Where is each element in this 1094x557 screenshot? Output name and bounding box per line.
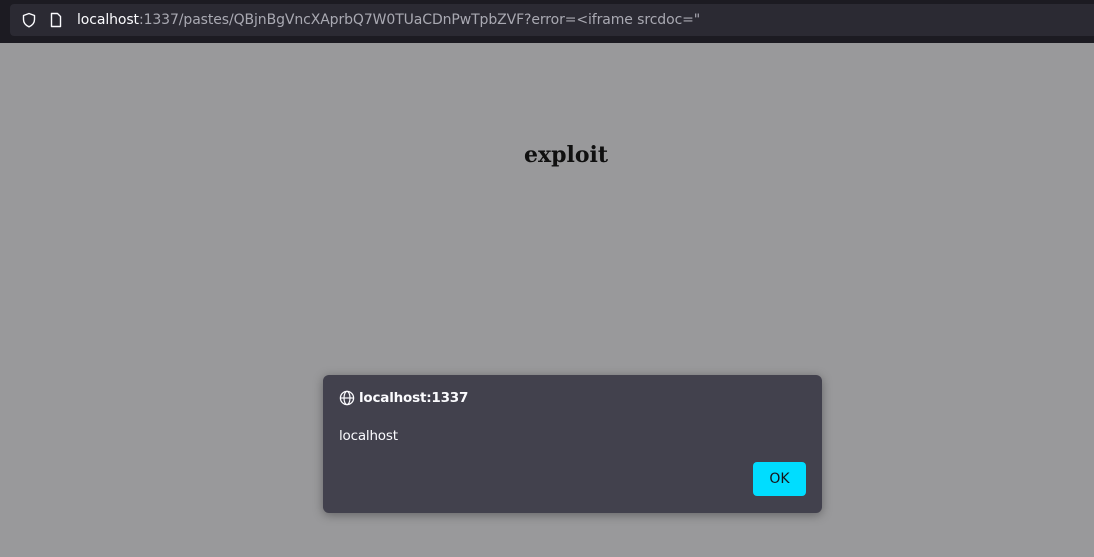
alert-dialog: localhost:1337 localhost OK <box>323 375 822 513</box>
url-path: :1337/pastes/QBjnBgVncXAprbQ7W0TUaCDnPwT… <box>138 12 701 28</box>
page-icon[interactable] <box>47 11 65 29</box>
ok-button[interactable]: OK <box>753 462 806 496</box>
dialog-message: localhost <box>339 428 398 444</box>
globe-icon <box>339 390 355 406</box>
shield-icon[interactable] <box>20 11 38 29</box>
browser-toolbar: localhost:1337/pastes/QBjnBgVncXAprbQ7W0… <box>0 0 1094 43</box>
page-heading: exploit <box>523 142 609 168</box>
dialog-header: localhost:1337 <box>339 390 468 406</box>
url-bar[interactable]: localhost:1337/pastes/QBjnBgVncXAprbQ7W0… <box>10 4 1094 36</box>
url-host: localhost <box>77 12 139 28</box>
url-text[interactable]: localhost:1337/pastes/QBjnBgVncXAprbQ7W0… <box>77 12 700 28</box>
dialog-title: localhost:1337 <box>359 390 469 406</box>
